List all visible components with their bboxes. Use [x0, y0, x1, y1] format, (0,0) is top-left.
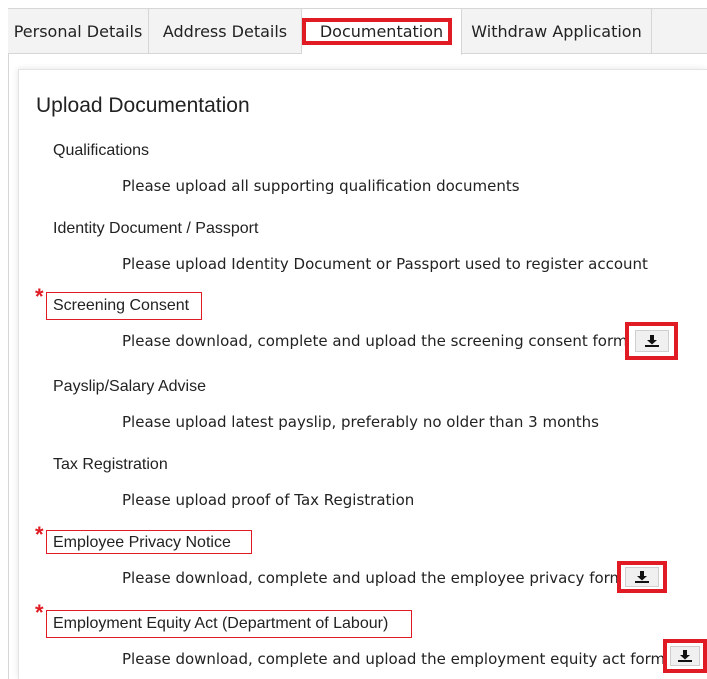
doc-label-payslip: Payslip/Salary Advise: [53, 378, 206, 395]
doc-label-employment-equity-act: Employment Equity Act (Department of Lab…: [53, 615, 389, 632]
doc-desc-tax-registration: Please upload proof of Tax Registration: [122, 491, 415, 509]
download-screening-consent-button[interactable]: [625, 322, 678, 360]
download-icon: [678, 650, 692, 662]
download-button-face: [625, 567, 659, 587]
doc-label-identity: Identity Document / Passport: [53, 220, 259, 237]
doc-label-qualifications: Qualifications: [53, 142, 150, 159]
tab-withdraw-application[interactable]: Withdraw Application: [462, 9, 652, 53]
tab-bar: Personal Details Address Details Documen…: [8, 8, 707, 55]
tab-address-details[interactable]: Address Details: [149, 9, 302, 53]
doc-desc-qualifications: Please upload all supporting qualificati…: [122, 177, 520, 195]
required-marker: *: [35, 284, 44, 309]
download-icon: [635, 571, 649, 583]
doc-desc-identity: Please upload Identity Document or Passp…: [122, 255, 648, 273]
doc-label-screening-consent: Screening Consent: [53, 297, 190, 314]
download-employment-equity-button[interactable]: [663, 639, 707, 673]
download-button-face: [634, 330, 669, 352]
download-icon: [644, 335, 659, 347]
required-marker: *: [35, 522, 44, 547]
doc-label-employee-privacy-notice: Employee Privacy Notice: [53, 534, 231, 551]
doc-label-tax-registration: Tax Registration: [53, 456, 168, 473]
doc-desc-employment-equity-act: Please download, complete and upload the…: [122, 650, 666, 668]
download-button-face: [670, 646, 700, 666]
doc-desc-payslip: Please upload latest payslip, preferably…: [122, 413, 599, 431]
section-title: Upload Documentation: [36, 94, 250, 117]
doc-desc-employee-privacy-notice: Please download, complete and upload the…: [122, 569, 625, 587]
tab-documentation[interactable]: Documentation: [302, 9, 462, 55]
required-marker: *: [35, 600, 44, 625]
download-employee-privacy-button[interactable]: [617, 561, 667, 593]
content-panel-inner: [18, 69, 707, 679]
tab-personal-details[interactable]: Personal Details: [8, 9, 149, 53]
doc-desc-screening-consent: Please download, complete and upload the…: [122, 332, 628, 350]
